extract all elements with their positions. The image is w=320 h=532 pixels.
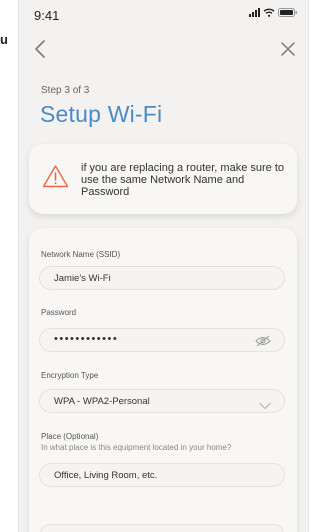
next-field[interactable] [39,524,285,532]
close-icon [281,42,295,56]
network-name-label: Network Name (SSID) [41,250,121,259]
encryption-type-value: WPA - WPA2-Personal [54,396,150,407]
place-label: Place (Optional) [41,432,99,441]
battery-icon [278,8,297,17]
password-value: •••••••••••• [54,333,119,345]
status-icons [249,8,298,17]
warning-text: if you are replacing a router, make sure… [81,162,284,198]
cropped-edge-glyph: u [0,33,8,47]
eye-hidden-icon [255,335,271,347]
network-name-value: Jamie's Wi-Fi [54,273,111,284]
chevron-down-icon [259,397,271,415]
toggle-password-visibility-button[interactable] [255,334,271,352]
network-name-field[interactable]: Jamie's Wi-Fi [39,266,285,290]
place-field[interactable]: Office, Living Room, etc. [39,463,285,487]
back-button[interactable] [28,37,52,61]
page-title: Setup Wi-Fi [40,101,163,127]
place-hint: In what place is this equipment located … [41,443,232,452]
wifi-icon [263,8,275,17]
place-placeholder: Office, Living Room, etc. [54,470,158,481]
status-time: 9:41 [34,8,60,23]
warning-icon [42,165,69,188]
close-button[interactable] [276,37,300,61]
cellular-signal-icon [249,8,260,17]
step-indicator: Step 3 of 3 [41,85,90,96]
password-field[interactable]: •••••••••••• [39,328,285,352]
status-bar: 9:41 [19,0,308,26]
warning-banner: if you are replacing a router, make sure… [29,144,297,214]
password-label: Password [41,308,77,317]
phone-screen: 9:41 Step 3 of 3 Setup Wi-Fi if you are … [18,0,309,532]
encryption-type-select[interactable]: WPA - WPA2-Personal [39,389,285,413]
encryption-type-label: Encryption Type [41,371,99,380]
chevron-left-icon [35,40,45,58]
wifi-form: Network Name (SSID) Jamie's Wi-Fi Passwo… [29,228,297,532]
